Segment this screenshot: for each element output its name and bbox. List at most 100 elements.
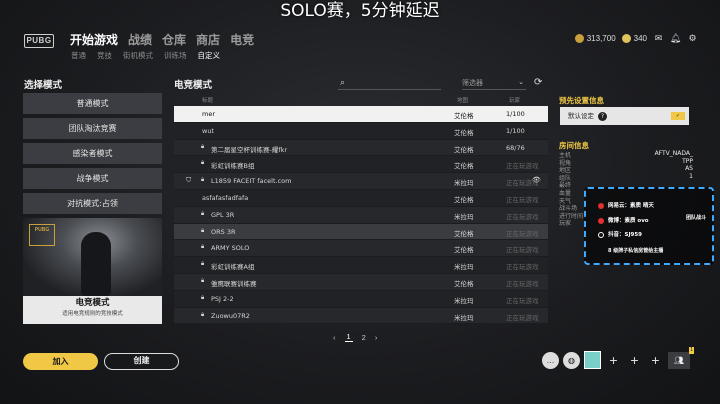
tab-custom[interactable]: 自定义 — [198, 50, 221, 61]
lock-icon: 🔒︎ — [201, 310, 205, 318]
esports-mode-card[interactable]: PUBG 电竞模式 适用电竞规则的竞技模式 — [23, 218, 162, 324]
table-row[interactable]: 🔒︎ ORS 3R 艾伦格 正在玩游戏 — [174, 223, 548, 241]
room-map: 艾伦格 — [454, 279, 474, 288]
add-member-icon[interactable]: + — [647, 352, 664, 369]
room-name: 彩虹训练赛B组 — [211, 162, 255, 171]
page-1[interactable]: 1 — [344, 332, 353, 342]
room-name: Zuowu07R2 — [211, 311, 250, 320]
table-row[interactable]: 🔒︎ 第二届星空杯训练赛-耀fkr 艾伦格 68/76 — [174, 139, 548, 157]
table-row[interactable]: 🔒︎ PSJ 2-2 米拉玛 正在玩游戏 — [174, 290, 548, 308]
streamer-overlay: 网易云：素质 晴天 团队战斗 微博：素质 ovo 抖音：SJ959 8 级牌子私… — [584, 187, 714, 265]
create-button[interactable]: 创建 — [104, 353, 179, 370]
tab-normal[interactable]: 普通 — [71, 50, 86, 61]
room-map: 艾伦格 — [454, 128, 474, 137]
mode-normal[interactable]: 普通模式 — [23, 93, 162, 114]
table-row[interactable]: mer 艾伦格 1/100 — [174, 106, 548, 123]
gcoin-amount: 340 — [633, 33, 647, 43]
mode-team-deathmatch[interactable]: 团队淘汰竞赛 — [23, 118, 162, 139]
room-map: 艾伦格 — [454, 246, 474, 255]
page-2[interactable]: 2 — [362, 333, 366, 342]
mode-list: 普通模式 团队淘汰竞赛 感染者模式 战争模式 对抗模式:占领 — [23, 93, 162, 218]
avatar[interactable] — [584, 351, 601, 369]
room-name: mer — [202, 110, 216, 118]
room-map: 米拉玛 — [454, 263, 474, 272]
prev-page-icon[interactable]: ‹ — [333, 333, 336, 342]
list-header: 标题 地图 玩家 — [174, 94, 548, 106]
mode-infection[interactable]: 感染者模式 — [23, 143, 162, 164]
table-row[interactable]: asfafasfadfafa 艾伦格 正在玩游戏 — [174, 189, 548, 207]
refresh-icon[interactable]: ⟳ — [534, 77, 542, 88]
lock-icon: 🔒︎ — [201, 243, 205, 251]
info-key: 玩家 — [559, 220, 572, 228]
overlay-note: 8 级牌子私信房管给主播 — [608, 248, 664, 254]
nav-career[interactable]: 战绩 — [128, 31, 152, 48]
weibo-icon — [598, 217, 604, 224]
info-row: 视角 TPP — [559, 158, 693, 167]
pubg-badge: PUBG — [29, 224, 55, 246]
preset-confirm-button[interactable]: ✓ — [671, 112, 685, 120]
table-row[interactable]: 🔒︎ 雏鹰联赛训练赛 艾伦格 正在玩游戏 — [174, 273, 548, 291]
preset-dropdown[interactable]: 默认设定? ✓ — [560, 107, 689, 125]
lock-icon: 🔒︎ — [201, 159, 205, 167]
preset-value: 默认设定 — [568, 112, 594, 120]
select-mode-title: 选择模式 — [24, 80, 63, 91]
add-member-icon[interactable]: + — [605, 352, 622, 369]
add-member-icon[interactable]: + — [626, 352, 643, 369]
table-row[interactable]: 🔒︎ 彩虹训练赛B组 艾伦格 正在玩游戏 — [174, 156, 548, 174]
mode-card-subtitle: 适用电竞规则的竞技模式 — [62, 311, 123, 317]
lock-icon: 🔒︎ — [201, 142, 205, 150]
room-map: 艾伦格 — [454, 229, 474, 238]
table-row[interactable]: 🔒︎ Zuowu07R2 米拉玛 正在玩游戏 — [174, 307, 548, 325]
nav-store[interactable]: 商店 — [196, 31, 220, 48]
room-players: 正在玩游戏 — [506, 246, 539, 255]
room-map: 艾伦格 — [454, 195, 474, 204]
room-map: 米拉玛 — [454, 179, 474, 188]
mode-war[interactable]: 战争模式 — [23, 168, 162, 189]
gcoin-balance: 340 — [621, 33, 647, 44]
tab-training[interactable]: 训练场 — [164, 50, 187, 61]
room-map: 艾伦格 — [454, 162, 474, 171]
help-icon[interactable]: ? — [598, 112, 607, 121]
spectate-eye-icon[interactable]: 👁︎ — [532, 176, 541, 184]
mode-conquest[interactable]: 对抗模式:占领 — [23, 193, 162, 214]
mail-icon[interactable]: ✉ — [653, 33, 664, 44]
join-button[interactable]: 加入 — [23, 353, 98, 370]
table-row[interactable]: 🔒︎ GPL 3R 米拉玛 正在玩游戏 — [174, 206, 548, 224]
bp-coin-icon — [574, 34, 584, 44]
notification-bell-icon[interactable]: 🔔︎ — [670, 33, 681, 44]
room-players: 68/76 — [506, 143, 525, 152]
room-map: 米拉玛 — [454, 212, 474, 221]
room-players: 正在玩游戏 — [506, 296, 539, 305]
gear-icon[interactable]: ⚙ — [687, 33, 698, 44]
chat-icon[interactable]: … — [542, 351, 559, 369]
region-globe-icon[interactable]: ◍ — [563, 351, 580, 369]
room-players: 正在玩游戏 — [506, 263, 539, 272]
next-page-icon[interactable]: › — [375, 333, 378, 342]
friends-icon[interactable]: 👥︎ 1 — [668, 346, 694, 369]
room-name: asfafasfadfafa — [202, 193, 249, 202]
room-name: 第二届星空杯训练赛-耀fkr — [211, 145, 288, 154]
shield-icon: ⛉ — [186, 176, 192, 185]
tab-ranked[interactable]: 竞技 — [97, 50, 112, 61]
search-input[interactable] — [338, 78, 441, 90]
room-name: GPL 3R — [211, 210, 235, 219]
room-list: mer 艾伦格 1/100 wut 艾伦格 1/100 🔒︎ 第二届星空杯训练赛… — [174, 106, 548, 325]
sub-nav: 普通 竞技 街机模式 训练场 自定义 — [71, 50, 220, 61]
lock-icon: 🔒︎ — [201, 226, 205, 234]
room-players: 正在玩游戏 — [506, 313, 539, 322]
lock-icon: 🔒︎ — [201, 176, 205, 184]
nav-esports[interactable]: 电竞 — [230, 31, 254, 48]
filter-label: 筛选器 — [462, 79, 483, 87]
room-players: 1/100 — [506, 110, 525, 118]
table-row[interactable]: 🔒︎ ARMY SOLO 艾伦格 正在玩游戏 — [174, 240, 548, 258]
table-row[interactable]: ⛉ 🔒︎ L1859 FACEIT facelt.com 米拉玛 正在玩游戏 👁… — [174, 173, 548, 190]
nav-play[interactable]: 开始游戏 — [70, 31, 118, 48]
table-row[interactable]: 🔒︎ 彩虹训练赛A组 米拉玛 正在玩游戏 — [174, 257, 548, 274]
filter-dropdown[interactable]: 筛选器 ⌄ — [462, 78, 526, 90]
tab-arcade[interactable]: 街机模式 — [123, 50, 153, 61]
info-value: AS — [685, 165, 693, 173]
table-row[interactable]: wut 艾伦格 1/100 — [174, 122, 548, 140]
overlay-text: 抖音：SJ959 — [608, 232, 642, 238]
header-map: 地图 — [457, 98, 469, 104]
nav-inventory[interactable]: 仓库 — [162, 31, 186, 48]
